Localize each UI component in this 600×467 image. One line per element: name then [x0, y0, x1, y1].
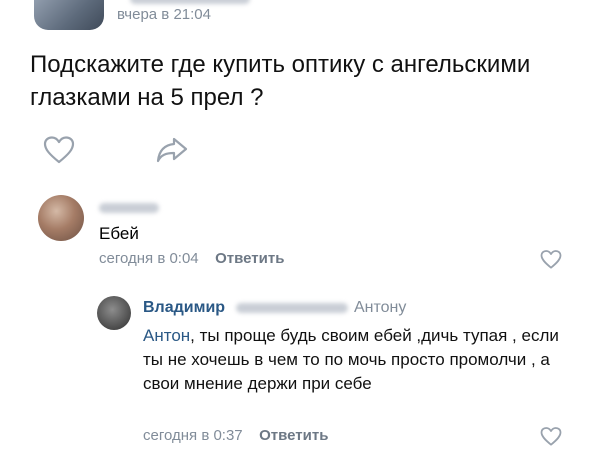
comment-meta: сегодня в 0:04 Ответить [99, 250, 284, 268]
reply-author-surname-redacted [236, 303, 348, 313]
heart-icon [540, 427, 562, 446]
reply-avatar[interactable] [97, 296, 131, 330]
comment-author-name-redacted [99, 203, 159, 213]
post-timestamp: вчера в 21:04 [117, 6, 211, 23]
reply-like-button[interactable] [540, 427, 562, 446]
reply-timestamp: сегодня в 0:37 [143, 427, 243, 444]
reply-button[interactable]: Ответить [215, 250, 284, 267]
post-text: Подскажите где купить оптику с ангельски… [30, 51, 531, 111]
comment-text: Ебей [99, 224, 139, 243]
heart-icon [540, 250, 562, 269]
comment-timestamp: сегодня в 0:04 [99, 250, 199, 267]
post-like-button[interactable] [43, 136, 75, 164]
comment-avatar[interactable] [38, 195, 84, 241]
post-share-button[interactable] [156, 137, 188, 163]
comment-like-button[interactable] [540, 250, 562, 269]
reply-to-label[interactable]: Антону [354, 299, 406, 317]
reply-text: Антон, ты проще будь своим ебей ,дичь ту… [143, 324, 573, 396]
mention-link[interactable]: Антон [143, 326, 190, 345]
reply-author-name[interactable]: Владимир [143, 299, 225, 317]
post-author-name-redacted [130, 0, 250, 4]
post-author-avatar[interactable] [34, 0, 104, 30]
share-arrow-icon [156, 137, 188, 163]
heart-icon [43, 136, 75, 164]
reply-button[interactable]: Ответить [259, 427, 328, 444]
reply-body: , ты проще будь своим ебей ,дичь тупая ,… [143, 326, 559, 393]
reply-meta: сегодня в 0:37 Ответить [143, 427, 328, 445]
